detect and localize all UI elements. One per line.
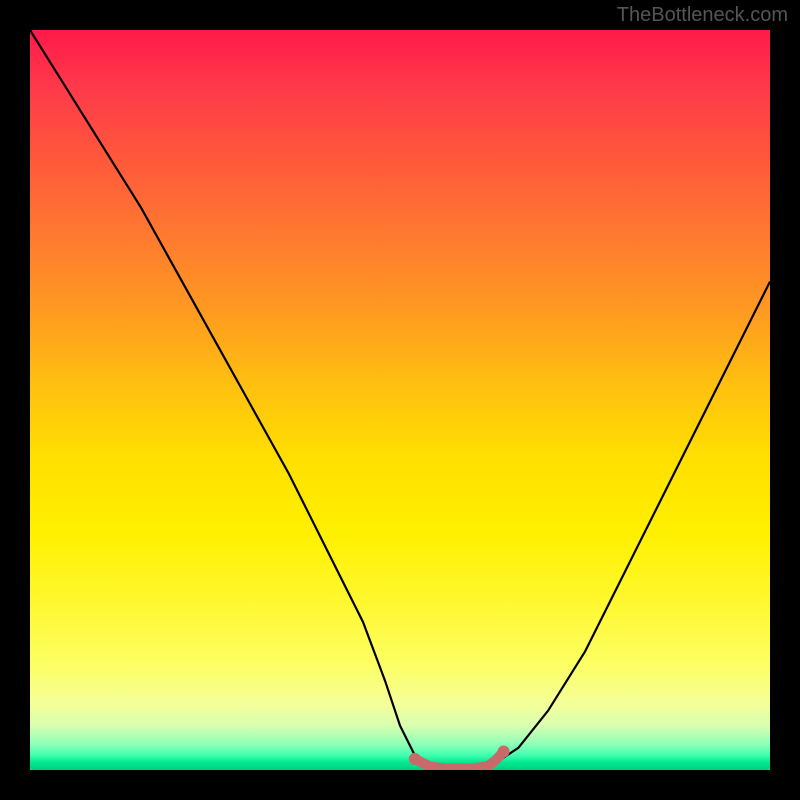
optimal-end-dot (498, 746, 510, 758)
optimal-end-dot (409, 753, 421, 765)
optimal-band-marker (415, 752, 504, 769)
curve-svg (30, 30, 770, 770)
bottleneck-curve-line (30, 30, 770, 770)
watermark-text: TheBottleneck.com (617, 4, 788, 27)
plot-area (30, 30, 770, 770)
